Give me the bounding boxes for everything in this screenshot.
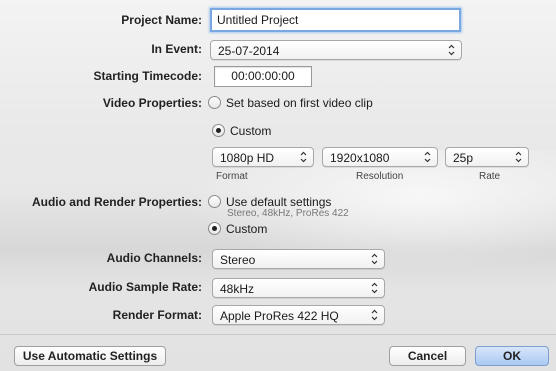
video-custom-radio[interactable]: Custom: [212, 123, 292, 139]
audio-channels-popup[interactable]: Stereo: [212, 249, 385, 269]
format-value: 1080p HD: [220, 151, 275, 165]
video-custom-label: Custom: [230, 124, 272, 138]
rate-caption: Rate: [479, 171, 501, 182]
radio-button-on: [212, 124, 225, 137]
project-name-value: Untitled Project: [217, 13, 299, 27]
format-caption: Format: [216, 171, 248, 182]
chevron-updown-icon: [300, 151, 307, 163]
video-properties-label: Video Properties:: [102, 96, 202, 110]
footer-divider: [0, 334, 556, 335]
audio-custom-label: Custom: [226, 222, 268, 236]
audio-sample-rate-popup[interactable]: 48kHz: [212, 278, 385, 298]
new-project-sheet: Project Name: Untitled Project In Event:…: [0, 0, 556, 371]
rate-value: 25p: [453, 151, 474, 165]
audio-render-properties-label: Audio and Render Properties:: [31, 195, 202, 209]
chevron-updown-icon: [371, 309, 378, 321]
in-event-popup[interactable]: 25-07-2014: [210, 40, 462, 60]
chevron-updown-icon: [371, 282, 378, 294]
audio-channels-value: Stereo: [220, 253, 256, 267]
video-set-first-clip-label: Set based on first video clip: [226, 96, 373, 110]
in-event-label: In Event:: [151, 42, 202, 56]
radio-button-off: [208, 96, 221, 109]
format-popup[interactable]: 1080p HD: [212, 147, 314, 167]
render-format-label: Render Format:: [112, 308, 202, 322]
render-format-value: Apple ProRes 422 HQ: [220, 309, 339, 323]
radio-button-on: [208, 222, 221, 235]
project-name-field[interactable]: Untitled Project: [210, 8, 461, 32]
resolution-popup[interactable]: 1920x1080: [322, 147, 438, 167]
audio-sample-rate-label: Audio Sample Rate:: [88, 280, 202, 294]
resolution-value: 1920x1080: [330, 151, 390, 165]
project-name-label: Project Name:: [121, 13, 202, 27]
starting-timecode-field[interactable]: 00:00:00:00: [214, 66, 312, 87]
chevron-updown-icon: [424, 151, 431, 163]
render-format-popup[interactable]: Apple ProRes 422 HQ: [212, 305, 385, 325]
video-set-first-clip-radio[interactable]: Set based on first video clip: [208, 95, 408, 111]
radio-button-off: [208, 195, 221, 208]
audio-default-settings-subtitle: Stereo, 48kHz, ProRes 422: [227, 208, 349, 219]
audio-sample-rate-value: 48kHz: [220, 282, 255, 296]
audio-custom-radio[interactable]: Custom: [208, 221, 288, 237]
resolution-caption: Resolution: [356, 171, 404, 182]
chevron-updown-icon: [448, 44, 455, 56]
use-automatic-settings-button[interactable]: Use Automatic Settings: [14, 346, 166, 366]
chevron-updown-icon: [371, 253, 378, 265]
ok-button[interactable]: OK: [475, 346, 549, 366]
chevron-updown-icon: [515, 151, 522, 163]
starting-timecode-value: 00:00:00:00: [231, 69, 295, 83]
in-event-value: 25-07-2014: [218, 44, 280, 58]
rate-popup[interactable]: 25p: [445, 147, 529, 167]
starting-timecode-label: Starting Timecode:: [93, 69, 202, 83]
audio-channels-label: Audio Channels:: [106, 251, 202, 265]
cancel-button[interactable]: Cancel: [389, 346, 466, 366]
